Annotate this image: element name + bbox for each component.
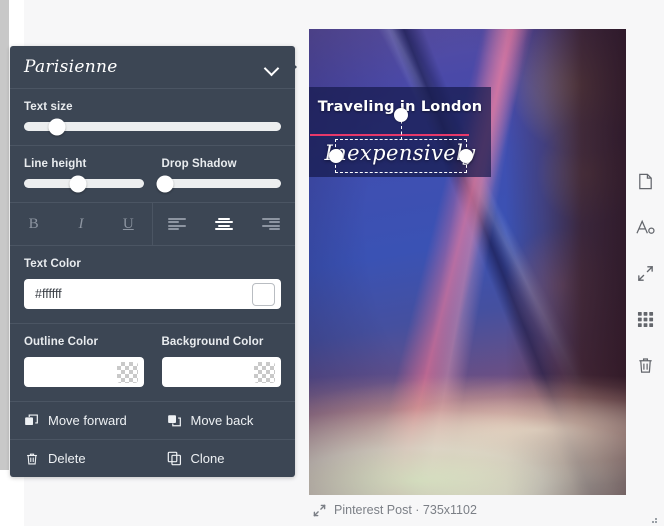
delete-label: Delete	[48, 451, 86, 466]
rotate-handle[interactable]	[394, 108, 408, 122]
text-size-slider[interactable]	[24, 118, 281, 135]
page-icon[interactable]	[634, 170, 656, 192]
text-color-label: Text Color	[24, 258, 82, 270]
clone-icon	[167, 451, 182, 466]
move-forward-icon	[24, 413, 39, 428]
text-size-label: Text size	[24, 101, 73, 113]
text-color-section: Text Color #ffffff	[10, 246, 295, 324]
background-color-swatch[interactable]	[254, 361, 275, 383]
panel-callout-pointer	[285, 56, 297, 78]
resize-handle-left[interactable]	[329, 149, 343, 163]
background-color-input[interactable]	[161, 357, 281, 387]
resize-icon[interactable]	[634, 262, 656, 284]
selection-bounding-box[interactable]	[329, 108, 473, 173]
design-canvas[interactable]: Traveling in London Inexpensively	[309, 29, 626, 495]
outline-color-input[interactable]	[24, 357, 144, 387]
text-color-swatch[interactable]	[252, 282, 275, 306]
line-height-slider-thumb[interactable]	[69, 175, 87, 192]
page-scrollbar-thumb[interactable]	[0, 0, 9, 470]
extra-colors-section: Outline Color Background Color	[10, 324, 295, 402]
background-color-group: Background Color	[161, 336, 281, 387]
page-scrollbar[interactable]	[0, 0, 9, 526]
layer-order-actions: Move forward Move back	[10, 402, 295, 440]
window-resize-grip[interactable]	[648, 511, 658, 523]
spacing-section: Line height Drop Shadow	[10, 146, 295, 203]
outline-color-label: Outline Color	[24, 336, 99, 348]
resize-handle-right[interactable]	[459, 149, 473, 163]
move-forward-button[interactable]: Move forward	[10, 402, 153, 439]
tool-rail	[626, 170, 664, 376]
object-actions: Delete Clone	[10, 440, 295, 477]
drop-shadow-slider-thumb[interactable]	[156, 175, 174, 192]
app-root: Traveling in London Inexpensively Pinter…	[0, 0, 664, 526]
clone-label: Clone	[190, 451, 225, 466]
text-size-section: Text size	[10, 89, 295, 146]
font-style-group: B I U	[10, 203, 153, 245]
alignment-group	[153, 203, 295, 245]
background-color-label: Background Color	[161, 336, 264, 348]
move-back-icon	[167, 413, 182, 428]
trash-icon[interactable]	[634, 354, 656, 376]
grid-icon[interactable]	[634, 308, 656, 330]
drop-shadow-group: Drop Shadow	[156, 158, 281, 192]
align-right-icon[interactable]	[262, 217, 281, 231]
underline-button[interactable]: U	[113, 216, 143, 232]
line-height-label: Line height	[24, 158, 87, 170]
font-name-label[interactable]: Parisienne	[24, 57, 118, 77]
resize-icon[interactable]	[313, 504, 326, 517]
outline-color-swatch[interactable]	[116, 361, 138, 383]
text-color-value[interactable]: #ffffff	[35, 287, 252, 301]
move-forward-label: Move forward	[48, 413, 127, 428]
line-height-group: Line height	[24, 158, 144, 192]
clone-button[interactable]: Clone	[153, 440, 296, 477]
panel-header[interactable]: Parisienne	[10, 46, 295, 89]
align-center-icon[interactable]	[214, 217, 233, 231]
text-overlay-block[interactable]: Traveling in London Inexpensively	[309, 87, 491, 177]
align-left-icon[interactable]	[167, 217, 186, 231]
text-properties-panel: Parisienne Text size Line height Drop Sh…	[10, 46, 295, 477]
canvas-caption[interactable]: Pinterest Post · 735x1102	[313, 503, 477, 517]
move-back-button[interactable]: Move back	[153, 402, 296, 439]
drop-shadow-label: Drop Shadow	[161, 158, 237, 170]
format-toolbar: B I U	[10, 203, 295, 246]
text-color-input[interactable]: #ffffff	[24, 279, 281, 309]
drop-shadow-slider[interactable]	[156, 175, 281, 192]
outline-color-group: Outline Color	[24, 336, 144, 387]
chevron-down-icon[interactable]	[265, 63, 279, 72]
italic-button[interactable]: I	[66, 216, 96, 232]
text-size-slider-thumb[interactable]	[48, 118, 66, 135]
text-icon[interactable]	[634, 216, 656, 238]
delete-button[interactable]: Delete	[10, 440, 153, 477]
move-back-label: Move back	[190, 413, 254, 428]
line-height-slider[interactable]	[24, 175, 144, 192]
trash-icon	[24, 451, 39, 466]
divider-rule	[310, 134, 469, 136]
bold-button[interactable]: B	[19, 216, 49, 232]
canvas-caption-label: Pinterest Post · 735x1102	[334, 503, 477, 517]
